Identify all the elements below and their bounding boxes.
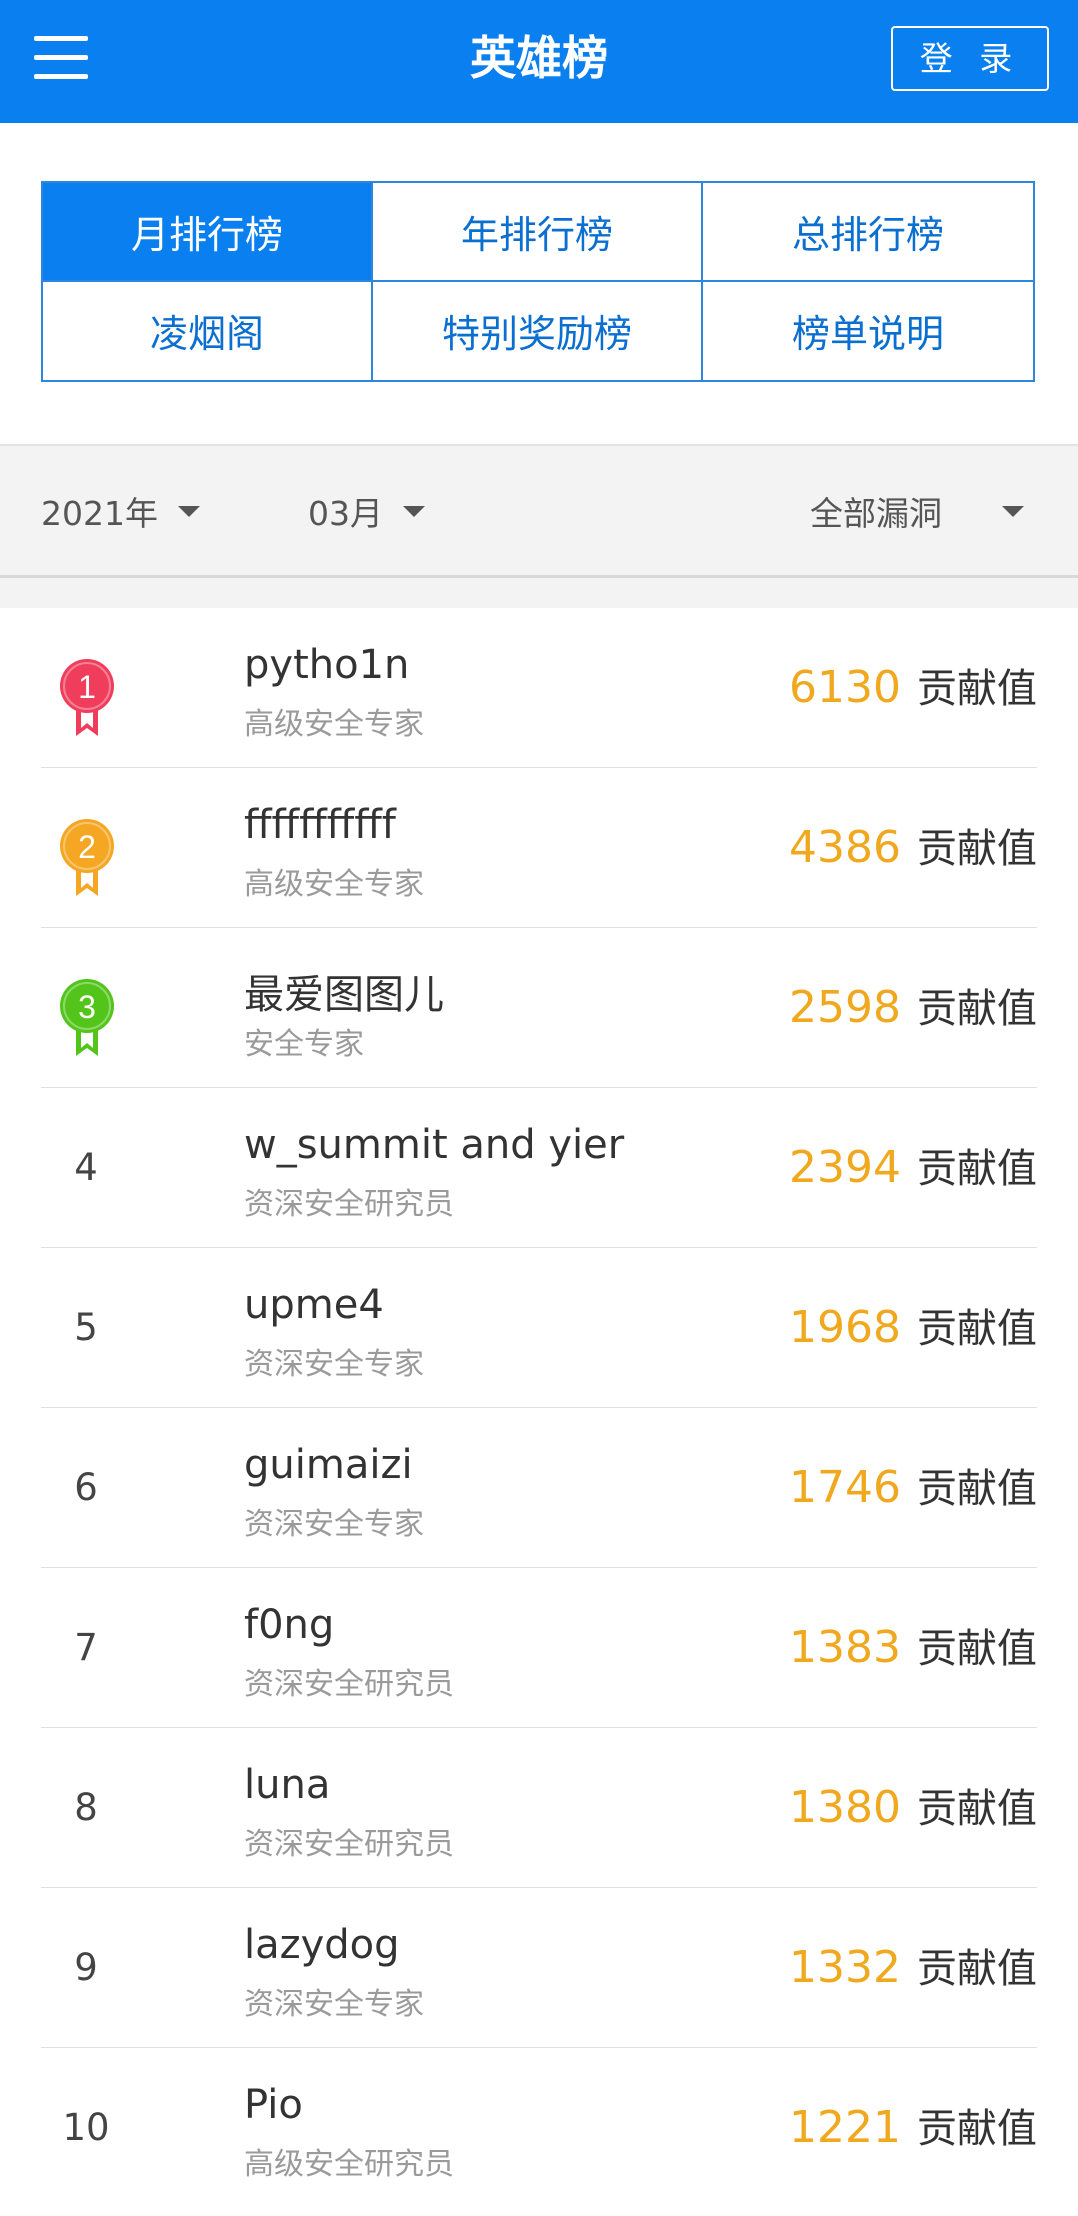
tab-yearly-ranking[interactable]: 年排行榜	[373, 183, 703, 282]
rank-number: 10	[62, 2106, 110, 2149]
leaderboard-row[interactable]: 6 guimaizi 资深安全专家 1746 贡献值	[41, 1408, 1037, 1568]
rank-number: 7	[74, 1626, 98, 1669]
medal-rank-number: 3	[78, 989, 96, 1025]
score-unit: 贡献值	[917, 1306, 1037, 1352]
month-dropdown-label: 03月	[308, 494, 383, 533]
top-app-bar: 英雄榜 登 录	[0, 0, 1078, 123]
leaderboard-row[interactable]: 1 pytho1n 高级安全专家 6130 贡献值	[41, 608, 1037, 768]
user-name: 最爱图图儿	[244, 972, 444, 1018]
score: 2394 贡献值	[789, 1088, 1037, 1247]
leaderboard-row[interactable]: 2 fffffffffff 高级安全专家 4386 贡献值	[41, 768, 1037, 928]
user-level: 高级安全专家	[244, 867, 424, 902]
score: 1332 贡献值	[789, 1888, 1037, 2047]
score-unit: 贡献值	[917, 666, 1037, 712]
score-value: 4386	[789, 822, 901, 873]
month-dropdown[interactable]: 03月	[308, 446, 425, 576]
score-unit: 贡献值	[917, 1786, 1037, 1832]
tab-overall-ranking[interactable]: 总排行榜	[703, 183, 1033, 282]
medal-rank-1-icon: 1	[60, 659, 114, 736]
user-name: guimaizi	[244, 1442, 413, 1488]
leaderboard-row[interactable]: 3 最爱图图儿 安全专家 2598 贡献值	[41, 928, 1037, 1088]
year-dropdown-label: 2021年	[41, 494, 158, 533]
leaderboard-row[interactable]: 4 w_summit and yier 资深安全研究员 2394 贡献值	[41, 1088, 1037, 1248]
score: 1746 贡献值	[789, 1408, 1037, 1567]
leaderboard-row[interactable]: 9 lazydog 资深安全专家 1332 贡献值	[41, 1888, 1037, 2048]
score: 6130 贡献值	[789, 608, 1037, 767]
user-level: 资深安全专家	[244, 1507, 424, 1542]
user-level: 高级安全研究员	[244, 2147, 454, 2182]
score-value: 2598	[789, 982, 901, 1033]
score: 2598 贡献值	[789, 928, 1037, 1087]
score-unit: 贡献值	[917, 1626, 1037, 1672]
user-level: 高级安全专家	[244, 707, 424, 742]
chevron-down-icon	[1002, 505, 1024, 517]
user-name: f0ng	[244, 1602, 335, 1648]
hamburger-menu-icon[interactable]	[34, 32, 88, 84]
year-dropdown[interactable]: 2021年	[41, 446, 200, 576]
score-unit: 贡献值	[917, 826, 1037, 872]
score-unit: 贡献值	[917, 1146, 1037, 1192]
score: 1383 贡献值	[789, 1568, 1037, 1727]
score: 1380 贡献值	[789, 1728, 1037, 1887]
user-level: 资深安全研究员	[244, 1187, 454, 1222]
leaderboard-row[interactable]: 5 upme4 资深安全专家 1968 贡献值	[41, 1248, 1037, 1408]
medal-rank-number: 2	[78, 829, 96, 865]
score-value: 1383	[789, 1622, 901, 1673]
login-button[interactable]: 登 录	[891, 26, 1049, 91]
medal-rank-3-icon: 3	[60, 979, 114, 1056]
tab-monthly-ranking[interactable]: 月排行榜	[43, 183, 373, 282]
rank-number: 8	[74, 1786, 98, 1829]
leaderboard-list: 1 pytho1n 高级安全专家 6130 贡献值 2 fffffffffff 高…	[0, 608, 1078, 2207]
section-gap	[0, 578, 1078, 608]
score-value: 6130	[789, 662, 901, 713]
user-level: 安全专家	[244, 1027, 364, 1062]
medal-rank-2-icon: 2	[60, 819, 114, 896]
rank-number: 4	[74, 1146, 98, 1189]
tab-hall-of-fame[interactable]: 凌烟阁	[43, 281, 373, 380]
score-value: 1746	[789, 1462, 901, 1513]
score: 1968 贡献值	[789, 1248, 1037, 1407]
category-dropdown[interactable]: 全部漏洞	[810, 446, 1024, 576]
score-value: 1968	[789, 1302, 901, 1353]
score-value: 1332	[789, 1942, 901, 1993]
medal-rank-number: 1	[78, 669, 96, 705]
user-name: luna	[244, 1762, 331, 1808]
tab-ranking-rules[interactable]: 榜单说明	[703, 282, 1033, 381]
user-level: 资深安全专家	[244, 1987, 424, 2022]
user-level: 资深安全研究员	[244, 1667, 454, 1702]
leaderboard-row[interactable]: 8 luna 资深安全研究员 1380 贡献值	[41, 1728, 1037, 1888]
ranking-tabs: 月排行榜 年排行榜 总排行榜 凌烟阁 特别奖励榜 榜单说明	[41, 181, 1035, 382]
user-name: fffffffffff	[244, 802, 396, 848]
user-name: pytho1n	[244, 642, 410, 688]
score-value: 1380	[789, 1782, 901, 1833]
score-unit: 贡献值	[917, 1946, 1037, 1992]
user-name: lazydog	[244, 1922, 400, 1968]
score-unit: 贡献值	[917, 2106, 1037, 2152]
tab-special-rewards[interactable]: 特别奖励榜	[373, 281, 703, 380]
score-unit: 贡献值	[917, 1466, 1037, 1512]
score-value: 2394	[789, 1142, 901, 1193]
score: 4386 贡献值	[789, 768, 1037, 927]
chevron-down-icon	[177, 505, 200, 517]
score: 1221 贡献值	[789, 2048, 1037, 2207]
leaderboard-row[interactable]: 10 Pio 高级安全研究员 1221 贡献值	[41, 2048, 1037, 2207]
user-name: w_summit and yier	[244, 1122, 625, 1168]
chevron-down-icon	[403, 505, 425, 517]
user-name: Pio	[244, 2082, 303, 2128]
score-unit: 贡献值	[917, 986, 1037, 1032]
rank-number: 9	[74, 1946, 98, 1989]
rank-number: 6	[74, 1466, 98, 1509]
user-level: 资深安全专家	[244, 1347, 424, 1382]
filter-bar: 2021年 03月 全部漏洞	[0, 444, 1078, 578]
category-dropdown-label: 全部漏洞	[810, 494, 942, 533]
rank-number: 5	[74, 1306, 98, 1349]
leaderboard-row[interactable]: 7 f0ng 资深安全研究员 1383 贡献值	[41, 1568, 1037, 1728]
user-name: upme4	[244, 1282, 384, 1328]
user-level: 资深安全研究员	[244, 1827, 454, 1862]
score-value: 1221	[789, 2102, 901, 2153]
